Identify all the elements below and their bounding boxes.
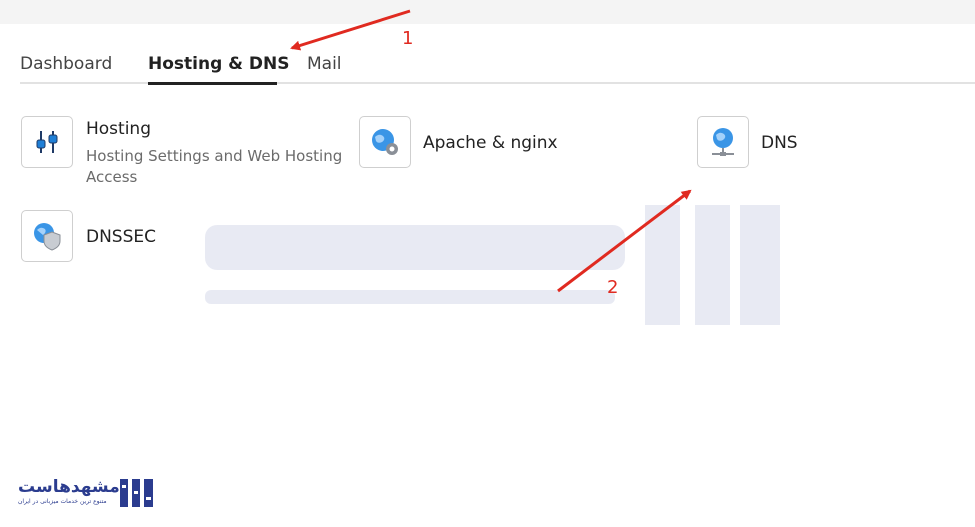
annotation-arrows bbox=[290, 9, 692, 293]
arrow-1 bbox=[290, 9, 411, 51]
arrow-2 bbox=[557, 189, 692, 293]
logo-tagline: متنوع ترین خدمات میزبانی در ایران bbox=[18, 498, 107, 505]
annotation-label-1: 1 bbox=[402, 28, 414, 49]
logo-mark-icon bbox=[120, 479, 153, 507]
brand-logo: مشهدهاست متنوع ترین خدمات میزبانی در ایر… bbox=[18, 477, 156, 509]
annotation-label-2: 2 bbox=[607, 277, 619, 298]
logo-name: مشهدهاست bbox=[18, 477, 120, 497]
